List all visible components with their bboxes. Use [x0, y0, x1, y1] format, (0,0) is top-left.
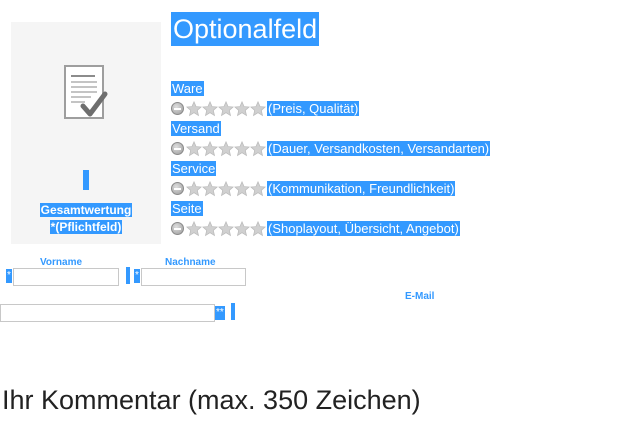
star-icon[interactable] — [202, 100, 218, 117]
rating-hint: (Preis, Qualität) — [267, 101, 360, 116]
rating-cancel-icon[interactable] — [171, 142, 184, 155]
first-name-marker — [126, 267, 130, 284]
document-check-icon — [64, 65, 108, 119]
email-input[interactable] — [0, 304, 215, 322]
star-icon[interactable] — [234, 140, 250, 157]
rating-title: Ware — [171, 81, 204, 96]
rating-cancel-icon[interactable] — [171, 222, 184, 235]
rating-title: Seite — [171, 201, 203, 216]
rating-hint: (Dauer, Versandkosten, Versandarten) — [267, 141, 491, 156]
star-icon[interactable] — [186, 180, 202, 197]
star-icon[interactable] — [202, 140, 218, 157]
first-name-required-mark: * — [6, 269, 12, 283]
star-icon[interactable] — [234, 180, 250, 197]
star-icon[interactable] — [250, 180, 266, 197]
rating-group: Seite (Shoplayout, Übersicht, Angebot) — [171, 200, 460, 237]
rating-cancel-icon[interactable] — [171, 102, 184, 115]
star-icon[interactable] — [218, 140, 234, 157]
star-icon[interactable] — [250, 220, 266, 237]
rating-line: (Dauer, Versandkosten, Versandarten) — [171, 140, 491, 157]
star-icon[interactable] — [186, 220, 202, 237]
email-marker — [231, 303, 235, 320]
rating-line: (Shoplayout, Übersicht, Angebot) — [171, 220, 460, 237]
rating-cancel-icon[interactable] — [171, 182, 184, 195]
star-icon[interactable] — [234, 220, 250, 237]
overall-rating-title: Gesamtwertung — [39, 203, 133, 217]
last-name-input[interactable] — [141, 268, 246, 286]
star-icon[interactable] — [218, 100, 234, 117]
star-icon[interactable] — [186, 140, 202, 157]
rating-title: Service — [171, 161, 217, 176]
star-icon[interactable] — [202, 220, 218, 237]
star-icon[interactable] — [186, 100, 202, 117]
rating-hint: (Kommunikation, Freundlichkeit) — [267, 181, 456, 196]
rating-group: Ware (Preis, Qualität) — [171, 80, 360, 117]
required-note: *(Pflichtfeld) — [49, 220, 123, 234]
last-name-required-mark: * — [134, 269, 140, 283]
email-label: E-Mail — [405, 291, 435, 302]
star-icon[interactable] — [250, 100, 266, 117]
rating-line: (Kommunikation, Freundlichkeit) — [171, 180, 456, 197]
overall-rating-panel: Gesamtwertung *(Pflichtfeld) — [11, 22, 161, 244]
overall-rating-label: Gesamtwertung *(Pflichtfeld) — [11, 202, 161, 236]
rating-hint: (Shoplayout, Übersicht, Angebot) — [267, 221, 460, 236]
optional-section-heading: Optionalfeld — [171, 12, 320, 46]
rating-group: Versand (Dauer, Versandkosten, Versandart… — [171, 120, 491, 157]
rating-title: Versand — [171, 121, 221, 136]
star-icon[interactable] — [250, 140, 266, 157]
first-name-input[interactable] — [13, 268, 119, 286]
comment-heading: Ihr Kommentar (max. 350 Zeichen) — [2, 385, 421, 415]
star-icon[interactable] — [218, 180, 234, 197]
email-required-mark: ** — [215, 306, 225, 320]
rating-line: (Preis, Qualität) — [171, 100, 360, 117]
star-icon[interactable] — [202, 180, 218, 197]
star-icon[interactable] — [234, 100, 250, 117]
rating-group: Service (Kommunikation, Freundlichkeit) — [171, 160, 456, 197]
overall-rating-marker — [83, 170, 89, 190]
star-icon[interactable] — [218, 220, 234, 237]
